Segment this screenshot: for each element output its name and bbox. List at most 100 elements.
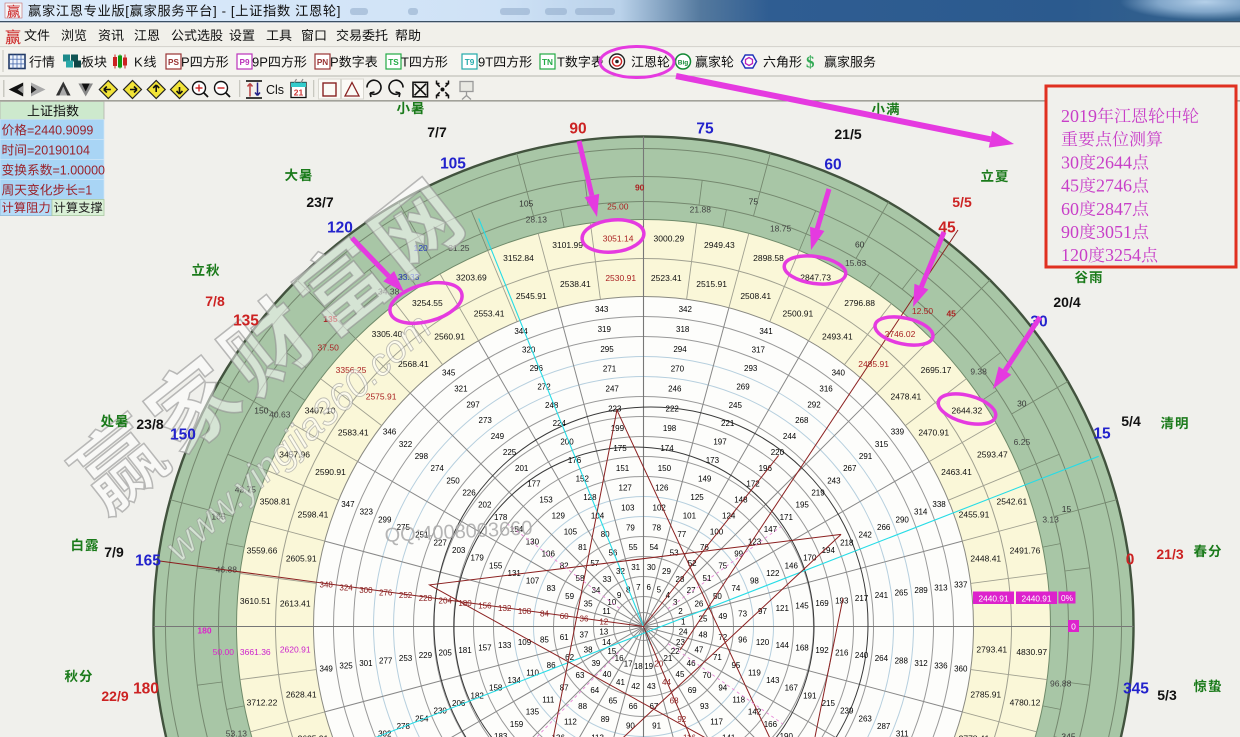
svg-text:105: 105 xyxy=(440,156,466,173)
svg-text:0%: 0% xyxy=(1061,593,1074,603)
svg-text:15: 15 xyxy=(1093,426,1111,443)
svg-text:226: 226 xyxy=(462,489,476,498)
svg-text:6.25: 6.25 xyxy=(1014,437,1031,447)
svg-text:107: 107 xyxy=(526,577,540,586)
svg-text:97: 97 xyxy=(758,607,767,616)
svg-text:7: 7 xyxy=(636,583,641,592)
svg-text:218: 218 xyxy=(840,538,854,547)
svg-text:] - [: ] - [ xyxy=(213,4,235,19)
svg-text:12.50: 12.50 xyxy=(912,306,934,316)
svg-text:291: 291 xyxy=(859,452,873,461)
svg-text:96.88: 96.88 xyxy=(1050,678,1072,688)
svg-text:2583.41: 2583.41 xyxy=(338,428,369,438)
svg-text:220: 220 xyxy=(771,448,785,457)
svg-text:75: 75 xyxy=(696,121,714,138)
svg-text:PN: PN xyxy=(317,58,328,67)
svg-text:51: 51 xyxy=(703,574,712,583)
svg-text:23/8: 23/8 xyxy=(136,416,163,432)
svg-text:289: 289 xyxy=(914,586,928,595)
svg-text:216: 216 xyxy=(835,649,849,658)
svg-text:18: 18 xyxy=(634,662,643,671)
svg-text:18.75: 18.75 xyxy=(770,223,792,233)
svg-text:25.00: 25.00 xyxy=(607,201,629,211)
svg-text:120: 120 xyxy=(756,638,770,647)
svg-text:288: 288 xyxy=(895,656,909,665)
svg-text:229: 229 xyxy=(419,651,433,660)
svg-text:37.50: 37.50 xyxy=(318,343,340,353)
svg-text:103: 103 xyxy=(621,504,635,513)
svg-text:PS: PS xyxy=(168,58,179,67)
svg-text:135: 135 xyxy=(526,708,540,717)
svg-text:224: 224 xyxy=(553,419,567,428)
svg-text:71: 71 xyxy=(713,653,722,662)
svg-text:90: 90 xyxy=(1061,222,1079,242)
svg-text:323: 323 xyxy=(360,508,374,517)
svg-text:23: 23 xyxy=(676,638,685,647)
svg-text:60: 60 xyxy=(855,239,865,249)
svg-text:2644.32: 2644.32 xyxy=(952,405,983,415)
svg-text:318: 318 xyxy=(676,325,690,334)
svg-text:2746: 2746 xyxy=(1096,176,1132,196)
svg-text:2463.41: 2463.41 xyxy=(941,467,972,477)
svg-text:165: 165 xyxy=(135,553,161,570)
svg-text:68: 68 xyxy=(670,696,679,705)
svg-text:11: 11 xyxy=(602,607,611,616)
svg-text:248: 248 xyxy=(545,401,559,410)
svg-text:345: 345 xyxy=(1061,731,1075,737)
svg-text:109: 109 xyxy=(518,638,532,647)
svg-text:70: 70 xyxy=(703,671,712,680)
svg-text:9.38: 9.38 xyxy=(970,367,987,377)
svg-text:23/7: 23/7 xyxy=(306,194,333,210)
svg-text:7/7: 7/7 xyxy=(427,124,447,140)
svg-text:113: 113 xyxy=(591,733,604,737)
svg-text:2553.41: 2553.41 xyxy=(474,309,505,319)
svg-text:313: 313 xyxy=(934,583,948,592)
svg-text:101: 101 xyxy=(683,512,697,521)
svg-text:135: 135 xyxy=(233,313,259,330)
svg-text:219: 219 xyxy=(811,489,825,498)
svg-text:57: 57 xyxy=(590,559,599,568)
svg-text:2620.91: 2620.91 xyxy=(280,644,311,654)
svg-text:127: 127 xyxy=(619,484,633,493)
svg-text:342: 342 xyxy=(679,305,693,314)
svg-text:266: 266 xyxy=(877,523,891,532)
svg-text:192: 192 xyxy=(815,646,829,655)
svg-text:P: P xyxy=(181,55,190,70)
svg-text:204: 204 xyxy=(439,596,453,605)
svg-text:22/9: 22/9 xyxy=(101,688,128,704)
svg-text:74: 74 xyxy=(731,584,740,593)
svg-text:151: 151 xyxy=(616,464,630,473)
svg-text:181: 181 xyxy=(458,646,472,655)
svg-text:90: 90 xyxy=(626,722,635,731)
svg-text:2491.76: 2491.76 xyxy=(1010,546,1041,556)
svg-text:157: 157 xyxy=(478,643,492,652)
svg-text:13: 13 xyxy=(599,628,608,637)
svg-text:5: 5 xyxy=(657,586,662,595)
svg-text:2485.91: 2485.91 xyxy=(858,359,889,369)
svg-text:5/4: 5/4 xyxy=(1121,413,1141,429)
svg-text:125: 125 xyxy=(690,493,704,502)
svg-text:73: 73 xyxy=(738,609,747,618)
svg-text:343: 343 xyxy=(595,305,609,314)
svg-text:TN: TN xyxy=(542,58,553,67)
svg-text:24: 24 xyxy=(679,628,688,637)
svg-text:294: 294 xyxy=(673,345,687,354)
svg-text:45: 45 xyxy=(946,308,956,318)
svg-text:195: 195 xyxy=(796,501,810,510)
svg-text:319: 319 xyxy=(598,325,612,334)
svg-text:53.13: 53.13 xyxy=(226,729,248,737)
svg-text:129: 129 xyxy=(552,511,566,520)
svg-text:126: 126 xyxy=(655,484,669,493)
svg-text:168: 168 xyxy=(795,643,809,652)
svg-text:7/9: 7/9 xyxy=(104,544,124,560)
svg-text:30: 30 xyxy=(1061,152,1079,172)
svg-text:325: 325 xyxy=(339,662,353,671)
svg-text:314: 314 xyxy=(914,508,928,517)
svg-text:300: 300 xyxy=(359,586,373,595)
svg-text:316: 316 xyxy=(819,385,833,394)
svg-text:65: 65 xyxy=(608,696,617,705)
svg-text:31: 31 xyxy=(631,563,640,572)
svg-text:105: 105 xyxy=(564,527,578,536)
svg-text:33: 33 xyxy=(603,575,612,584)
svg-text:348: 348 xyxy=(320,581,334,590)
